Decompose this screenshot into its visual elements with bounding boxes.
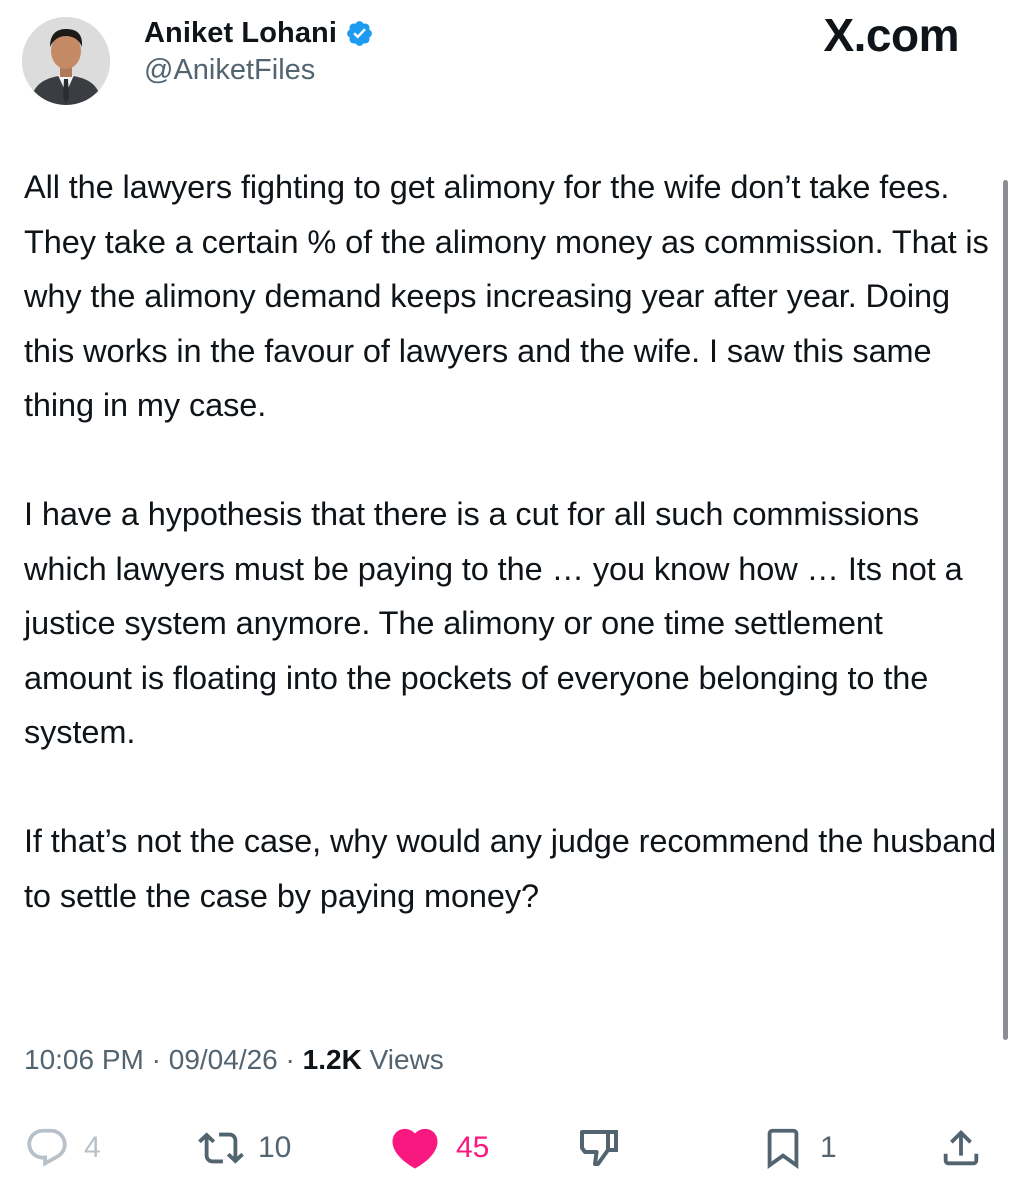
bookmark-count: 1 xyxy=(820,1131,837,1164)
meta-separator: · xyxy=(277,1044,303,1075)
scrollbar-thumb[interactable] xyxy=(1003,180,1008,1040)
tweet-meta: 10:06 PM · 09/04/26 · 1.2K Views xyxy=(24,1044,444,1076)
bookmark-button[interactable]: 1 xyxy=(760,1120,837,1176)
heart-icon xyxy=(388,1121,442,1175)
meta-separator: · xyxy=(143,1044,169,1075)
tweet-paragraph: I have a hypothesis that there is a cut … xyxy=(24,496,963,750)
like-count: 45 xyxy=(456,1131,490,1164)
reply-icon xyxy=(24,1125,70,1171)
bookmark-icon xyxy=(760,1125,806,1171)
avatar-image xyxy=(22,17,110,105)
views-count: 1.2K xyxy=(302,1044,362,1075)
retweet-count: 10 xyxy=(258,1131,292,1164)
dislike-button[interactable] xyxy=(576,1120,624,1176)
author-handle[interactable]: @AniketFiles xyxy=(144,54,315,87)
thumbs-down-icon xyxy=(576,1124,624,1172)
tweet-paragraph: If that’s not the case, why would any ju… xyxy=(24,823,997,914)
reply-button[interactable]: 4 xyxy=(24,1120,101,1176)
author-name-row[interactable]: Aniket Lohani xyxy=(144,14,374,52)
author-avatar[interactable] xyxy=(22,17,110,105)
author-display-name[interactable]: Aniket Lohani xyxy=(144,17,337,50)
verified-badge-icon xyxy=(347,20,372,46)
tweet-text: All the lawyers fighting to get alimony … xyxy=(24,160,999,923)
views-label: Views xyxy=(369,1044,444,1075)
share-button[interactable] xyxy=(938,1120,984,1176)
retweet-icon xyxy=(198,1125,244,1171)
action-bar: 4 10 45 1 xyxy=(0,1120,1019,1180)
brand-logo: X.com xyxy=(823,9,959,61)
reply-count: 4 xyxy=(84,1131,101,1164)
tweet-time[interactable]: 10:06 PM xyxy=(24,1044,144,1075)
share-icon xyxy=(938,1125,984,1171)
tweet-paragraph: All the lawyers fighting to get alimony … xyxy=(24,169,989,423)
like-button[interactable]: 45 xyxy=(388,1120,489,1176)
retweet-button[interactable]: 10 xyxy=(198,1120,291,1176)
tweet-date[interactable]: 09/04/26 xyxy=(169,1044,278,1075)
